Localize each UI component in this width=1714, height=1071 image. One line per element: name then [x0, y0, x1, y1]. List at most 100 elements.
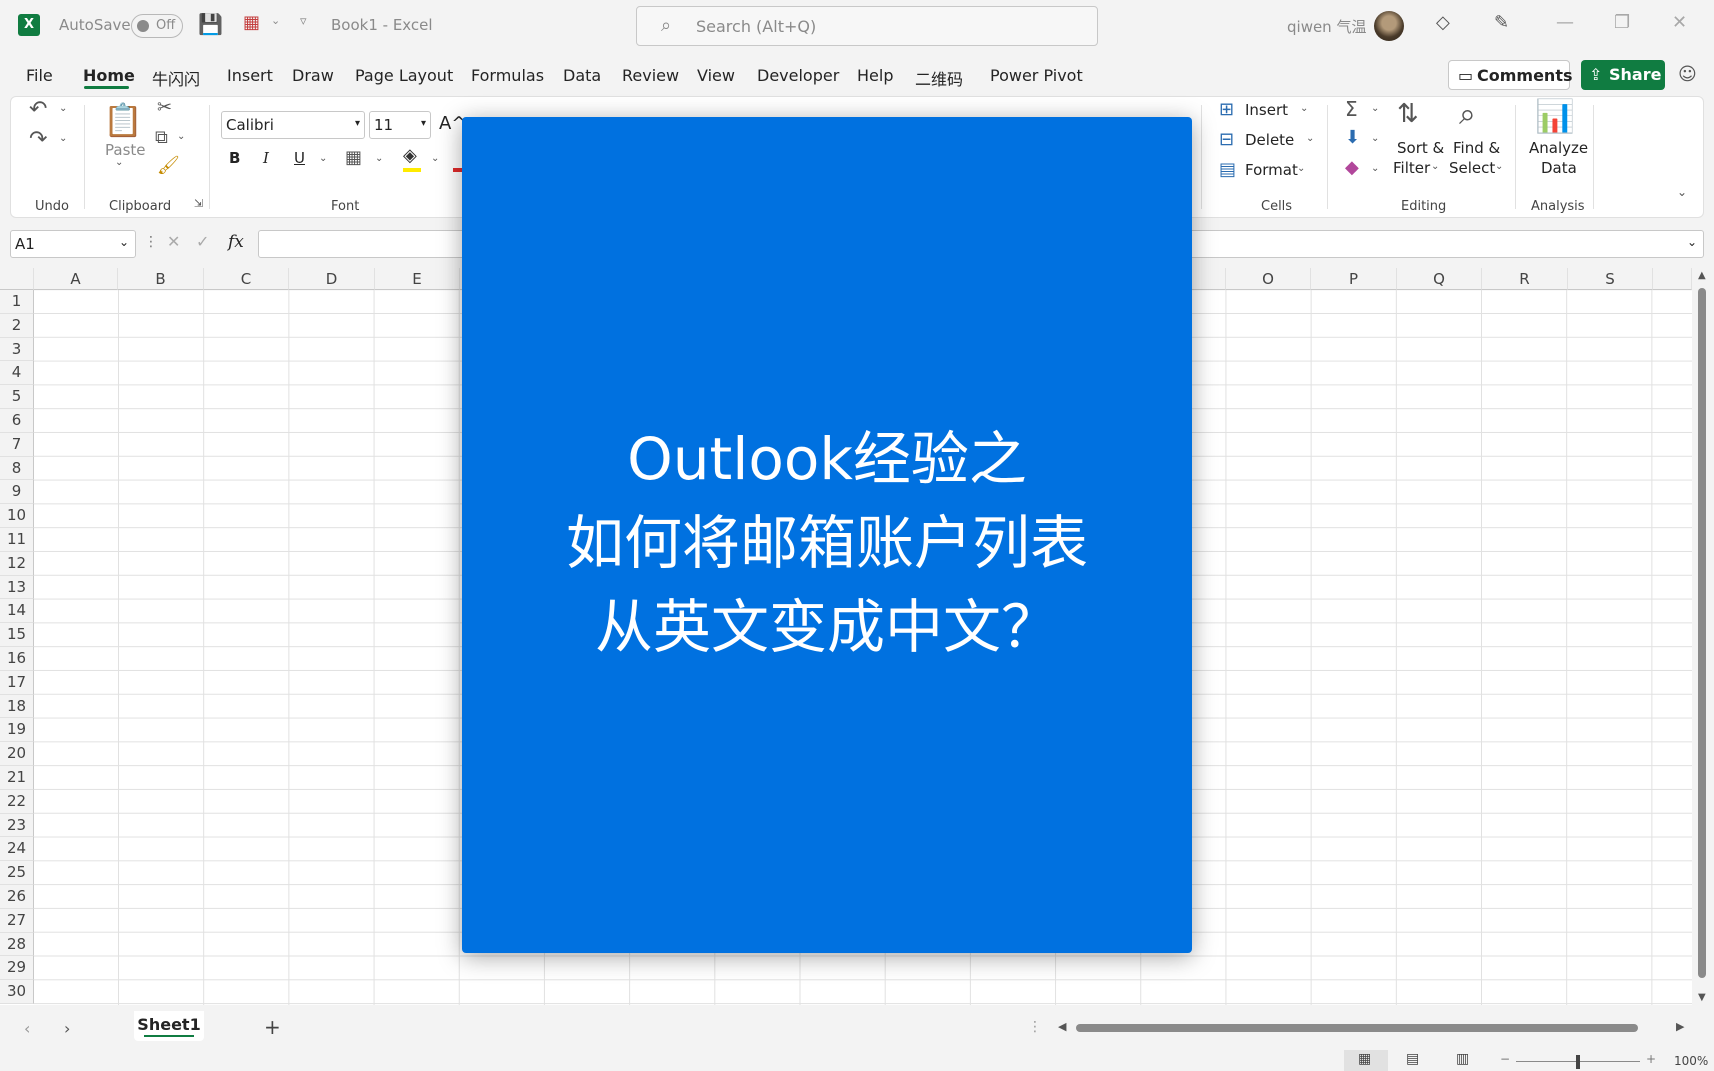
scroll-right-icon[interactable]: ▶ [1676, 1020, 1684, 1033]
find-icon[interactable]: ⌕ [1459, 97, 1476, 132]
select-all-corner[interactable] [0, 268, 34, 290]
table-icon[interactable]: ▦ [243, 12, 260, 33]
row-header[interactable]: 12 [0, 551, 34, 576]
borders-dropdown-icon[interactable]: ⌄ [375, 153, 383, 164]
row-header[interactable]: 15 [0, 623, 34, 647]
tab-qrcode[interactable]: 二维码 [915, 66, 963, 90]
row-header[interactable]: 20 [0, 742, 34, 766]
column-header[interactable]: C [204, 268, 289, 290]
insert-dropdown-icon[interactable]: ⌄ [1300, 103, 1308, 114]
page-layout-view-icon[interactable]: ▤ [1406, 1051, 1419, 1067]
tab-help[interactable]: Help [857, 66, 893, 85]
tab-developer[interactable]: Developer [757, 66, 839, 85]
underline-button[interactable]: U [294, 149, 305, 167]
copy-dropdown-icon[interactable]: ⌄ [177, 131, 185, 142]
cut-icon[interactable]: ✂ [157, 97, 172, 118]
diamond-icon[interactable]: ◇ [1436, 12, 1450, 33]
row-header[interactable]: 2 [0, 313, 34, 338]
row-header[interactable]: 25 [0, 861, 34, 885]
fill-dropdown-icon[interactable]: ⌄ [431, 153, 439, 164]
bold-button[interactable]: B [229, 149, 240, 167]
find-select-label-2[interactable]: Select [1449, 159, 1495, 177]
name-box[interactable]: A1 ⌄ [10, 230, 136, 258]
row-header[interactable]: 5 [0, 385, 34, 409]
tab-power-pivot[interactable]: Power Pivot [990, 66, 1083, 85]
paste-icon[interactable]: 📋 [103, 101, 143, 139]
row-header[interactable]: 8 [0, 456, 34, 481]
autosave-toggle[interactable]: Off [131, 14, 183, 38]
avatar[interactable] [1374, 11, 1404, 41]
previous-sheet-icon[interactable]: ‹ [24, 1019, 30, 1038]
tab-page-layout[interactable]: Page Layout [355, 66, 453, 85]
pen-icon[interactable]: ✎ [1494, 12, 1509, 33]
collapse-ribbon-icon[interactable]: ⌄ [1677, 185, 1687, 199]
column-header[interactable]: R [1482, 268, 1568, 290]
tab-review[interactable]: Review [622, 66, 679, 85]
insert-label[interactable]: Insert [1245, 101, 1288, 119]
insert-function-icon[interactable]: fx [228, 232, 244, 252]
find-select-dropdown-icon[interactable]: ⌄ [1495, 161, 1503, 172]
tab-formulas[interactable]: Formulas [471, 66, 544, 85]
row-header[interactable]: 17 [0, 670, 34, 695]
undo-dropdown-icon[interactable]: ⌄ [59, 103, 67, 114]
delete-label[interactable]: Delete [1245, 131, 1294, 149]
column-header[interactable]: Q [1397, 268, 1482, 290]
zoom-level[interactable]: 100% [1674, 1054, 1708, 1068]
sort-filter-icon[interactable]: ⇅ [1397, 99, 1419, 129]
copy-icon[interactable]: ⧉ [155, 127, 168, 148]
zoom-slider-thumb[interactable] [1576, 1055, 1580, 1069]
scroll-down-icon[interactable]: ▼ [1698, 992, 1706, 1003]
delete-cells-icon[interactable]: ⊟ [1219, 129, 1234, 150]
autosum-dropdown-icon[interactable]: ⌄ [1371, 103, 1379, 114]
row-header[interactable]: 24 [0, 837, 34, 862]
font-name-select[interactable]: Calibri ▾ [221, 111, 365, 139]
vertical-scrollbar[interactable]: ▲ ▼ [1692, 268, 1714, 1005]
row-header[interactable]: 21 [0, 766, 34, 790]
row-header[interactable]: 14 [0, 599, 34, 624]
row-header[interactable]: 19 [0, 718, 34, 743]
analyze-label-2[interactable]: Data [1541, 159, 1577, 177]
row-header[interactable]: 18 [0, 694, 34, 719]
tab-insert[interactable]: Insert [227, 66, 273, 85]
row-header[interactable]: 10 [0, 504, 34, 528]
row-header[interactable]: 29 [0, 956, 34, 981]
restore-icon[interactable]: ❐ [1614, 12, 1630, 33]
row-header[interactable]: 4 [0, 361, 34, 386]
scroll-left-icon[interactable]: ◀ [1058, 1020, 1066, 1033]
delete-dropdown-icon[interactable]: ⌄ [1306, 133, 1314, 144]
normal-view-button[interactable]: ▦ [1344, 1050, 1388, 1071]
row-header[interactable]: 3 [0, 337, 34, 362]
enter-icon[interactable]: ✓ [196, 232, 209, 251]
comments-button[interactable]: ▭ Comments [1448, 60, 1573, 90]
find-select-label-1[interactable]: Find & [1453, 139, 1500, 157]
column-header[interactable]: B [118, 268, 204, 290]
underline-dropdown-icon[interactable]: ⌄ [319, 153, 327, 164]
horizontal-scrollbar[interactable]: ◀ ▶ [1058, 1020, 1688, 1034]
next-sheet-icon[interactable]: › [64, 1019, 70, 1038]
column-header[interactable]: A [34, 268, 118, 290]
row-header[interactable]: 22 [0, 789, 34, 814]
row-header[interactable]: 27 [0, 908, 34, 933]
cancel-icon[interactable]: ✕ [167, 232, 180, 251]
row-header[interactable]: 6 [0, 409, 34, 433]
chevron-down-icon[interactable]: ⌄ [271, 14, 280, 27]
tab-file[interactable]: File [26, 66, 53, 85]
sort-filter-label-1[interactable]: Sort & [1397, 139, 1444, 157]
redo-dropdown-icon[interactable]: ⌄ [59, 133, 67, 144]
sort-filter-dropdown-icon[interactable]: ⌄ [1431, 161, 1439, 172]
row-header[interactable]: 1 [0, 290, 34, 314]
row-header[interactable]: 30 [0, 980, 34, 1004]
zoom-out-icon[interactable]: − [1500, 1052, 1510, 1066]
tab-draw[interactable]: Draw [292, 66, 334, 85]
tab-niushanshan[interactable]: 牛闪闪 [152, 66, 200, 90]
italic-button[interactable]: I [263, 149, 269, 167]
minimize-icon[interactable]: — [1556, 12, 1574, 33]
save-icon[interactable]: 💾 [198, 12, 223, 36]
page-break-view-icon[interactable]: ▥ [1456, 1051, 1469, 1067]
add-sheet-icon[interactable]: + [264, 1015, 281, 1039]
autosum-icon[interactable]: Σ [1345, 97, 1358, 121]
borders-icon[interactable]: ▦ [345, 147, 362, 168]
analyze-label-1[interactable]: Analyze [1529, 139, 1588, 157]
column-header[interactable]: S [1568, 268, 1653, 290]
customize-toolbar-icon[interactable]: ▿ [300, 14, 307, 29]
